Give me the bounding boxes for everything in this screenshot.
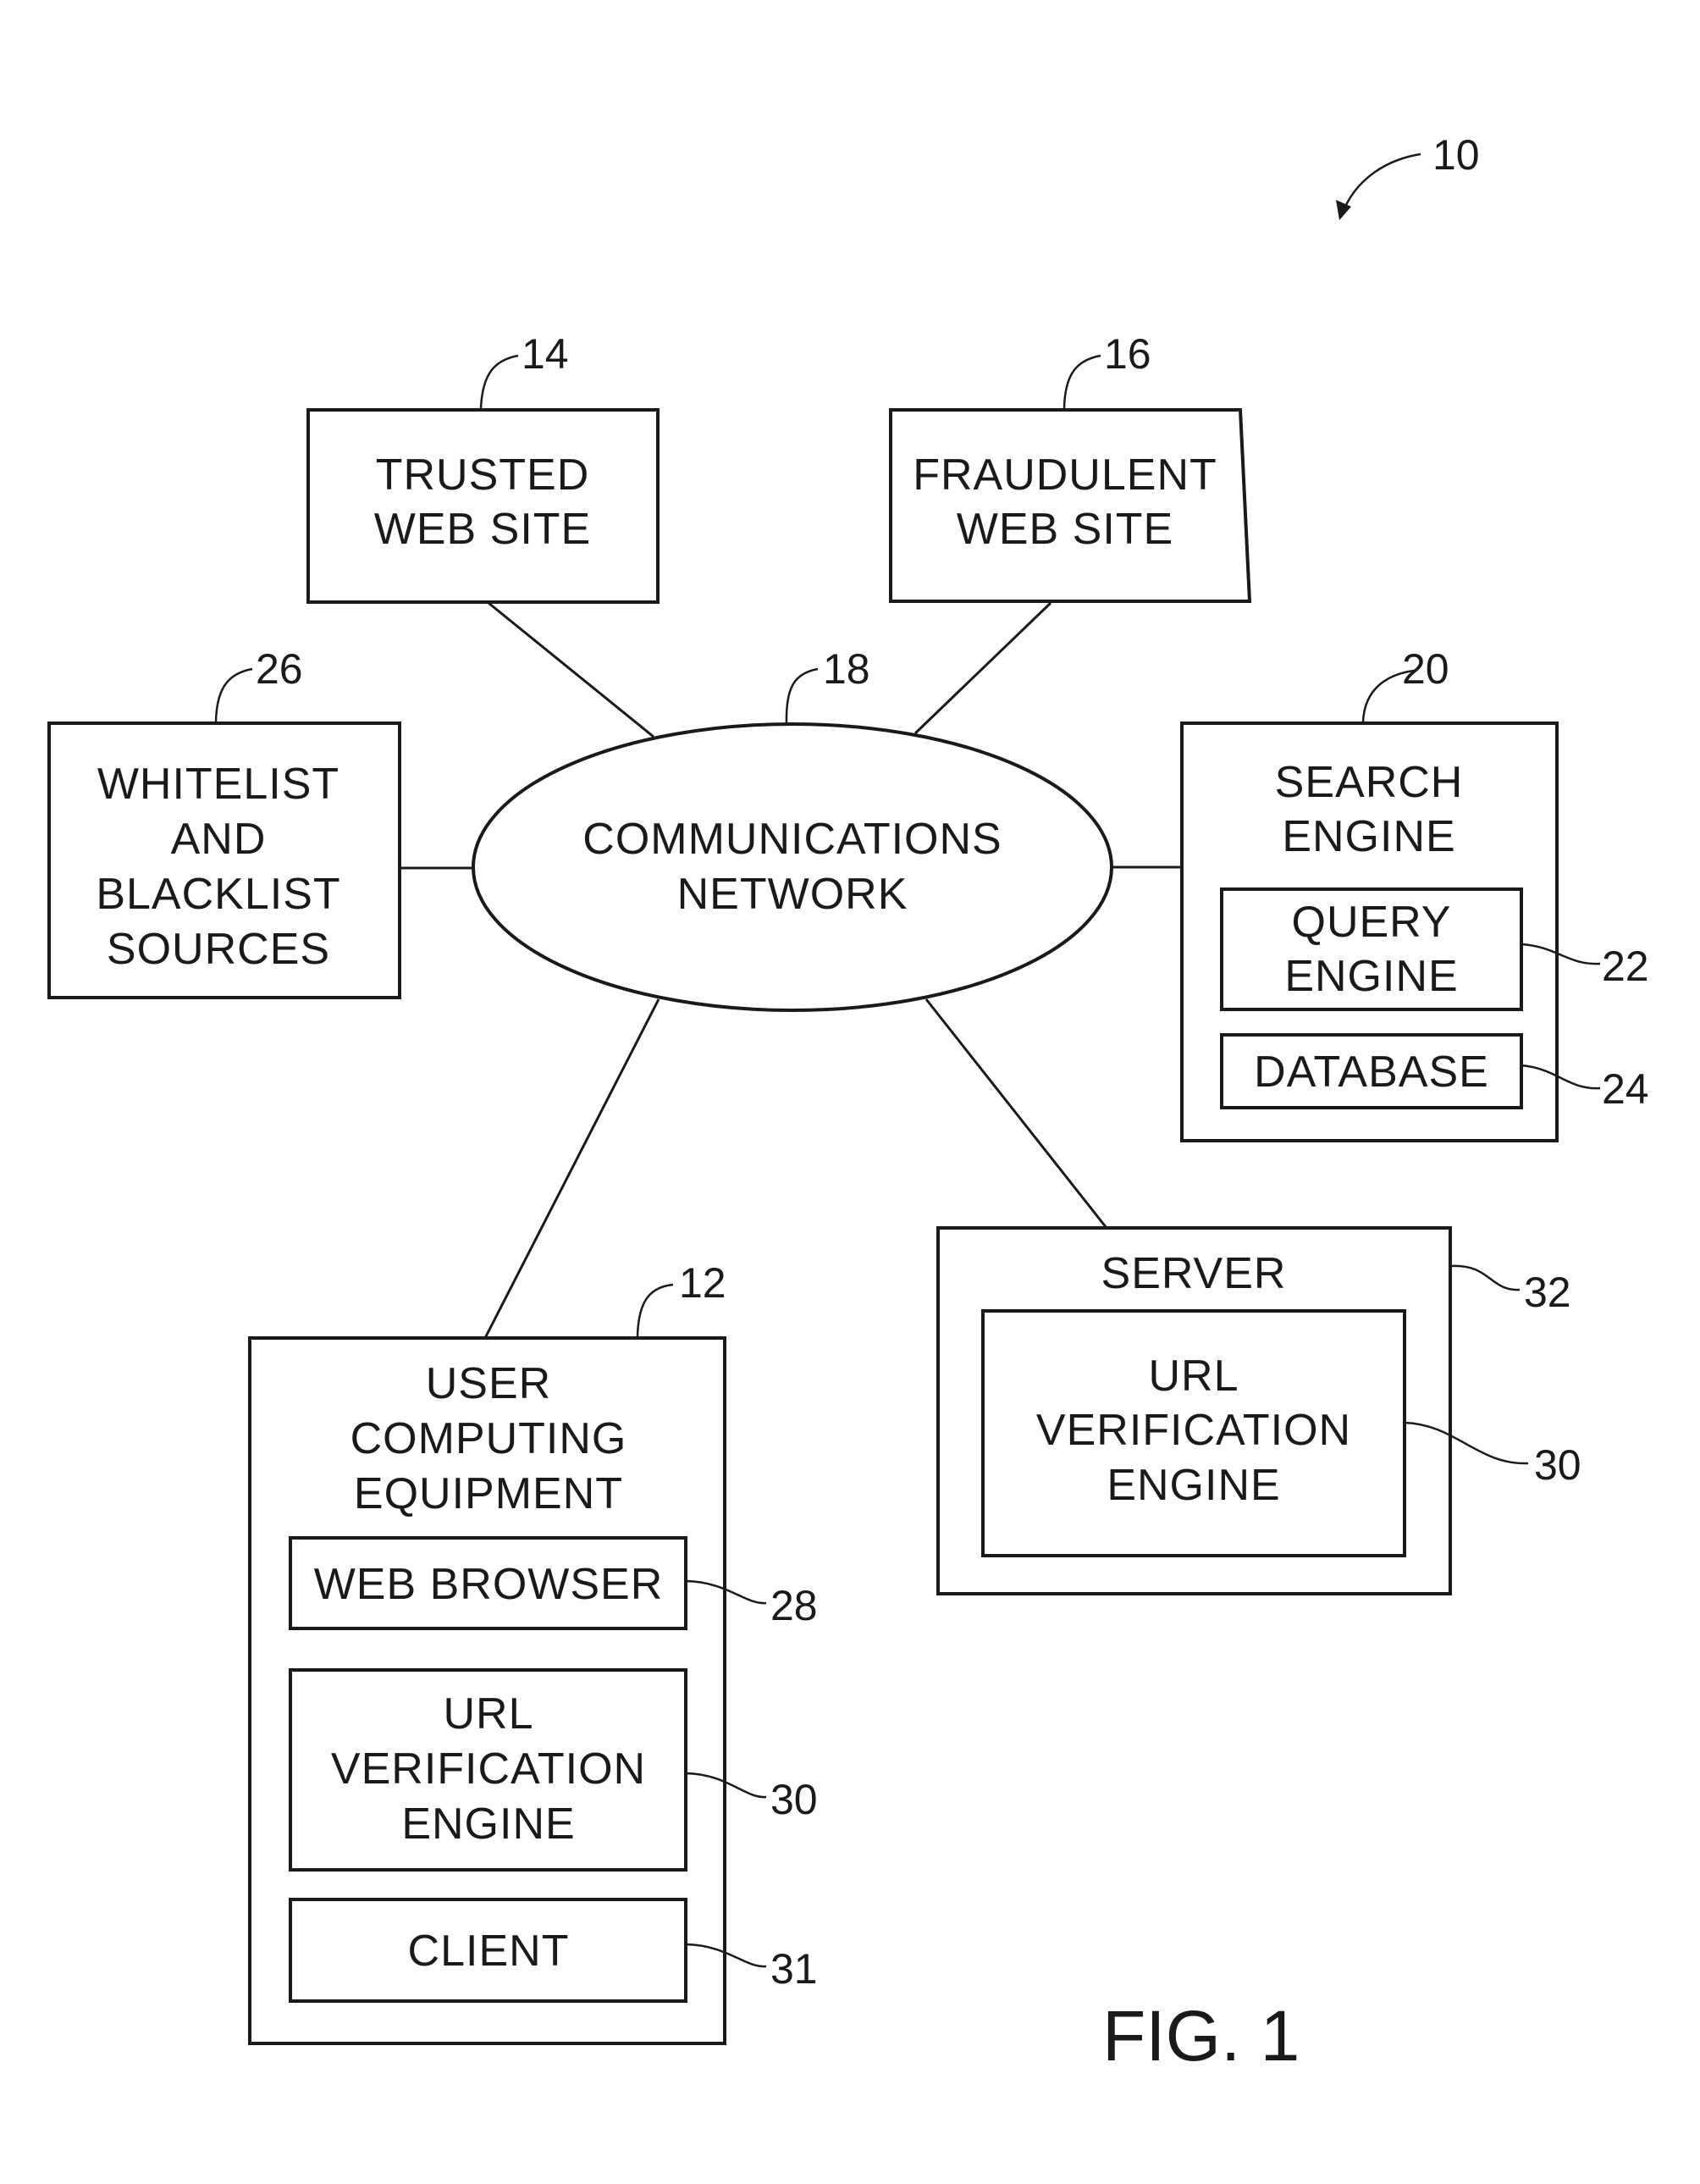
server-label: SERVER: [1101, 1249, 1287, 1298]
system-ref-label: 10: [1432, 131, 1480, 179]
user-url-ref: 30: [770, 1776, 818, 1823]
database-label: DATABASE: [1254, 1048, 1489, 1097]
lists-line-3: BLACKLIST: [96, 870, 340, 919]
server-url-line-2: VERIFICATION: [1036, 1406, 1351, 1455]
network-ellipse: [472, 722, 1113, 1012]
server-url-ref: 30: [1534, 1441, 1581, 1489]
fraudulent-leader: [1062, 354, 1101, 409]
user-computing-equipment: USER COMPUTING EQUIPMENT 12 WEB BROWSER …: [248, 1259, 818, 2045]
web-browser-ref: 28: [770, 1582, 818, 1629]
fraudulent-line-1: FRAUDULENT: [913, 451, 1217, 500]
network-line-1: COMMUNICATIONS: [582, 815, 1002, 864]
network-ref: 18: [823, 645, 870, 693]
client: CLIENT 31: [289, 1898, 818, 2003]
lists-line-1: WHITELIST: [97, 760, 339, 809]
server-ref: 32: [1524, 1269, 1571, 1316]
server-url-verification-engine: URL VERIFICATION ENGINE 30: [981, 1309, 1581, 1557]
server-leader: [1449, 1264, 1521, 1291]
system-diagram: 10 TRUSTED WEB SITE 14 FRAUDULENT WEB SI…: [47, 131, 1649, 2076]
web-browser-label: WEB BROWSER: [314, 1560, 664, 1609]
user-ref: 12: [679, 1259, 726, 1307]
server-url-line-1: URL: [1148, 1352, 1239, 1401]
server: SERVER 32 URL VERIFICATION ENGINE 30: [936, 1226, 1581, 1595]
fraudulent-web-site: FRAUDULENT WEB SITE 16: [889, 330, 1252, 603]
client-label: CLIENT: [408, 1927, 570, 1976]
database-ref: 24: [1602, 1065, 1649, 1113]
query-ref: 22: [1602, 943, 1649, 990]
system-reference: 10: [1336, 131, 1480, 220]
user-url-line-1: URL: [443, 1689, 533, 1739]
lists-leader: [214, 667, 253, 722]
trusted-line-2: WEB SITE: [374, 505, 591, 554]
fraudulent-line-2: WEB SITE: [957, 505, 1173, 554]
user-leader: [636, 1283, 674, 1337]
user-line-1: USER: [426, 1359, 551, 1408]
query-line-2: ENGINE: [1284, 952, 1458, 1001]
search-ref: 20: [1402, 645, 1449, 693]
wire-user: [483, 998, 660, 1339]
network-line-2: NETWORK: [677, 870, 908, 919]
figure-title: FIG. 1: [1102, 1996, 1300, 2076]
query-line-1: QUERY: [1292, 898, 1452, 947]
fraudulent-ref: 16: [1104, 330, 1151, 378]
search-line-2: ENGINE: [1282, 812, 1455, 861]
arrowhead-icon: [1336, 200, 1351, 220]
whitelist-blacklist-sources: WHITELIST AND BLACKLIST SOURCES 26: [47, 645, 401, 999]
wire-trusted: [488, 601, 654, 738]
lists-ref: 26: [256, 645, 303, 693]
communications-network: COMMUNICATIONS NETWORK 18: [472, 645, 1113, 1012]
network-leader: [785, 667, 819, 725]
database: DATABASE 24: [1220, 1033, 1649, 1113]
wire-fraudulent: [913, 601, 1052, 735]
server-url-line-3: ENGINE: [1107, 1461, 1280, 1510]
search-engine: SEARCH ENGINE 20 QUERY ENGINE 22 DATABAS…: [1180, 645, 1649, 1142]
user-line-2: COMPUTING: [350, 1414, 627, 1463]
client-ref: 31: [770, 1945, 818, 1993]
trusted-web-site: TRUSTED WEB SITE 14: [306, 330, 660, 604]
lists-line-2: AND: [171, 815, 267, 864]
web-browser: WEB BROWSER 28: [289, 1536, 818, 1630]
user-line-3: EQUIPMENT: [354, 1469, 623, 1518]
search-line-1: SEARCH: [1275, 758, 1464, 807]
lists-line-4: SOURCES: [107, 925, 330, 974]
wire-server: [925, 998, 1108, 1229]
user-url-line-2: VERIFICATION: [331, 1744, 646, 1794]
system-arrow-icon: [1339, 152, 1421, 218]
query-engine: QUERY ENGINE 22: [1220, 887, 1649, 1011]
trusted-line-1: TRUSTED: [376, 451, 590, 500]
user-url-verification-engine: URL VERIFICATION ENGINE 30: [289, 1668, 818, 1872]
user-url-line-3: ENGINE: [401, 1800, 575, 1849]
trusted-ref: 14: [522, 330, 569, 378]
trusted-leader: [479, 354, 519, 409]
